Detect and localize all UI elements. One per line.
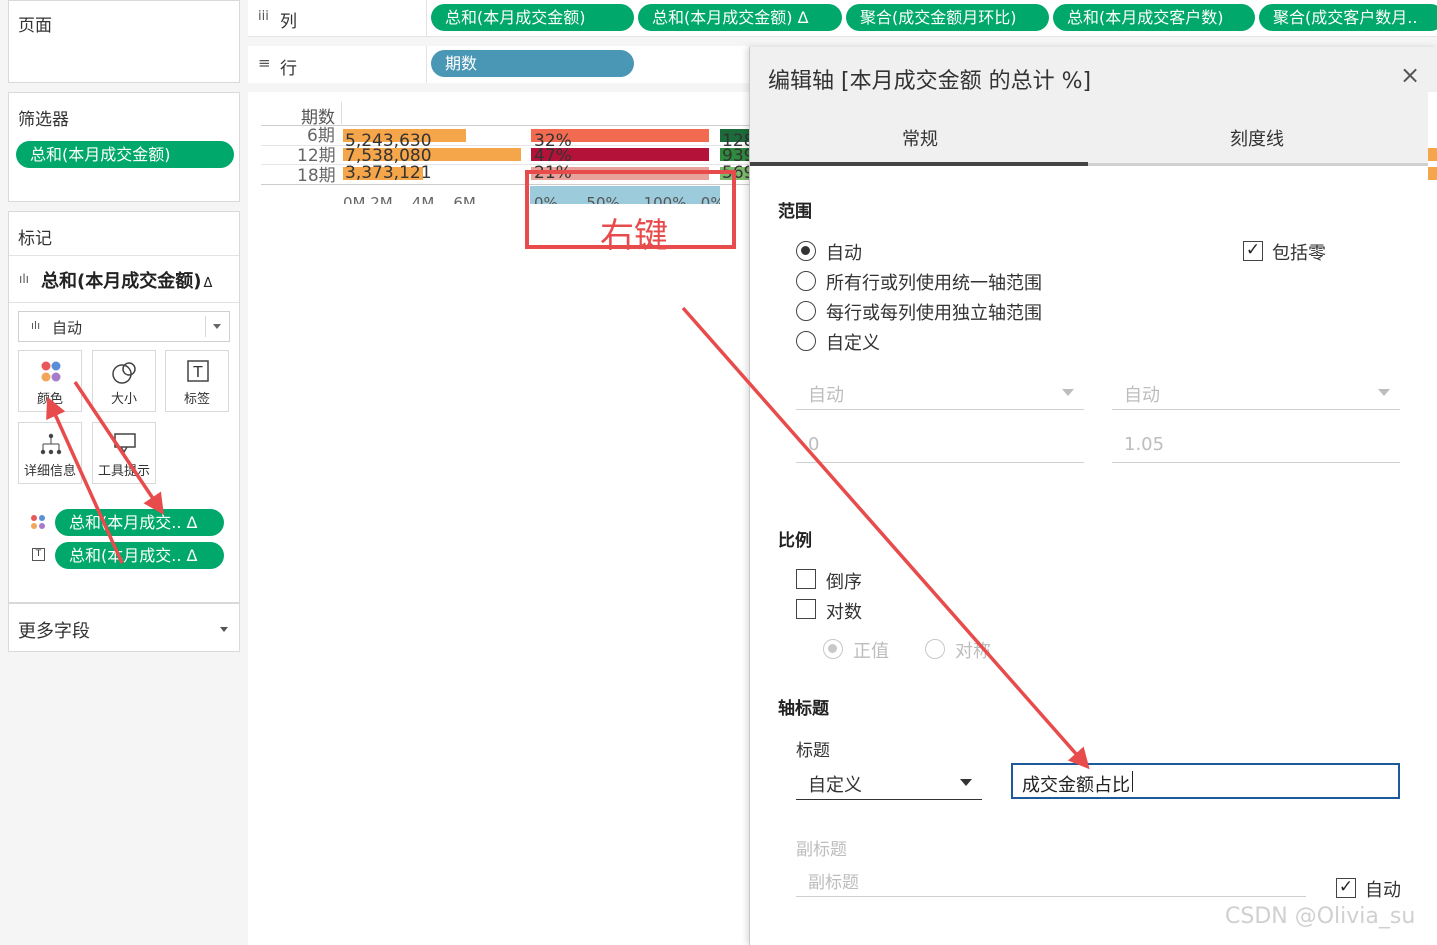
watermark: CSDN @Olivia_su: [1225, 904, 1416, 929]
arrow-to-title-input: [681, 306, 1090, 770]
annotation-arrows: [46, 306, 1090, 770]
arrow-to-color-card: [46, 396, 124, 564]
